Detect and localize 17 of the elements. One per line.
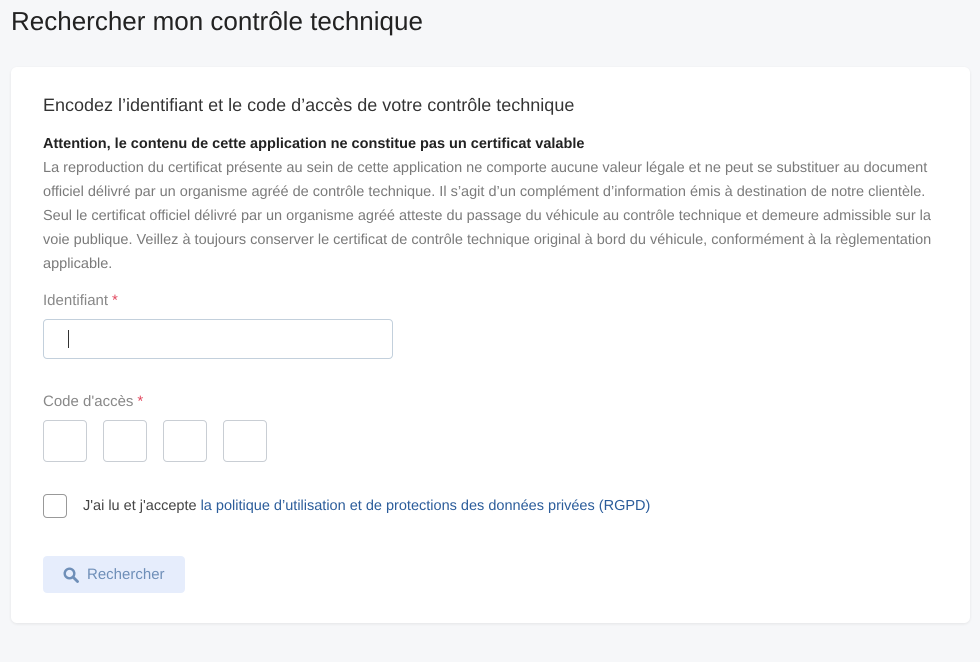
field-label: Code d'accès <box>43 393 134 410</box>
field-label: Identifiant <box>43 292 108 309</box>
code-digit-field[interactable] <box>163 420 207 462</box>
search-icon <box>63 566 79 582</box>
code-digit-field[interactable] <box>223 420 267 462</box>
form-heading: Encodez l’identifiant et le code d’accès de votre contrôle technique <box>43 95 576 116</box>
consent-text: J'ai lu et j'accepte la politique d’utilisation et de protections des données privées (RGPD) <box>83 498 650 514</box>
code-digit-field[interactable] <box>103 420 147 462</box>
warning-text: La reproduction du certificat présente au sein de cette application ne comporte aucune valeur légale et ne peut se substituer au document officiel délivré par un organisme agréé de contrôle technique. Il s’agit d’un complément d’information émis à destination de notre clientèle. Seul le certificat officiel délivré par un organisme agréé atteste du passage du véhicule au contrôle technique et demeure admissible sur la voie publique. Veillez à toujours conserver le certificat de contrôle technique original à bord du véhicule, conformément à la règlementation applicable. <box>43 159 932 274</box>
identifier-field[interactable] <box>43 319 393 359</box>
code-digit-field[interactable] <box>43 420 87 462</box>
required-mark: * <box>137 393 144 410</box>
privacy-policy-link[interactable]: la politique d’utilisation et de protections des données privées (RGPD) <box>200 498 650 514</box>
required-mark: * <box>112 292 118 309</box>
warning-title: Attention, le contenu de cette application ne constitue pas un certificat valable <box>43 135 586 154</box>
page-title: Rechercher mon contrôle technique <box>11 6 424 37</box>
consent-checkbox[interactable] <box>43 494 67 518</box>
